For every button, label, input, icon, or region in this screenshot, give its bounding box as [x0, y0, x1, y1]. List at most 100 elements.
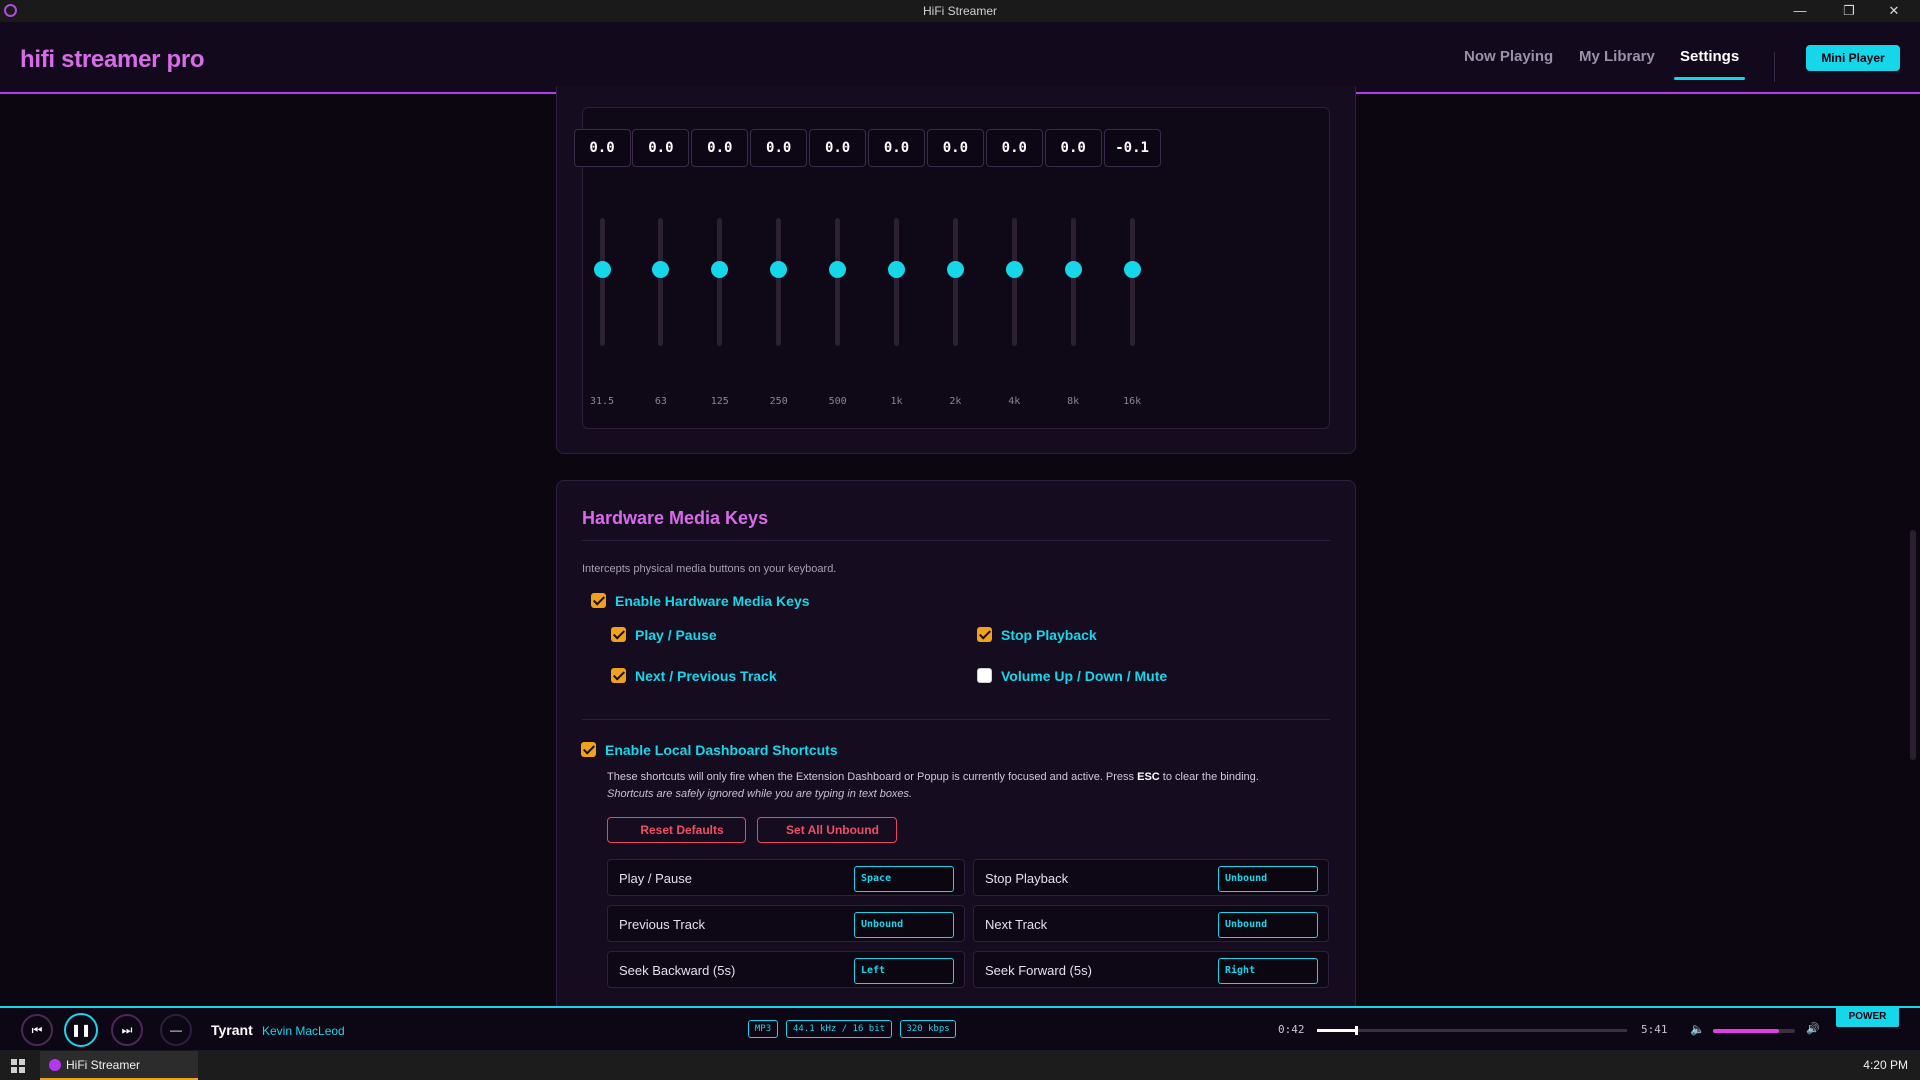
eq-slider-handle[interactable]: [652, 260, 670, 278]
eq-slider-250[interactable]: [776, 218, 782, 346]
tab-my-library[interactable]: My Library: [1579, 48, 1655, 65]
stop-playback-key-label[interactable]: Stop Playback: [1001, 627, 1097, 643]
eq-slider-handle[interactable]: [946, 260, 964, 278]
shortcut-label: Play / Pause: [619, 871, 692, 886]
queue-icon[interactable]: —: [160, 1014, 192, 1046]
eq-slider-handle[interactable]: [1064, 260, 1082, 278]
player-bar: ⏮ ❚❚ ⏭ — Tyrant Kevin MacLeod MP3 44.1 k…: [0, 1006, 1920, 1050]
app-header: hifi streamer pro Now Playing My Library…: [0, 22, 1920, 94]
bitrate-badge: 320 kbps: [900, 1020, 956, 1038]
pause-icon[interactable]: ❚❚: [64, 1013, 98, 1047]
eq-slider-handle[interactable]: [711, 260, 729, 278]
volume-key-label[interactable]: Volume Up / Down / Mute: [1001, 668, 1167, 684]
tab-now-playing[interactable]: Now Playing: [1464, 48, 1553, 65]
elapsed-time: 0:42: [1278, 1023, 1305, 1036]
brand-logo[interactable]: hifi streamer pro: [20, 46, 205, 74]
eq-slider-125[interactable]: [717, 218, 723, 346]
eq-value-63[interactable]: 0.0: [632, 129, 690, 167]
play-pause-key-checkbox[interactable]: [611, 627, 626, 642]
shortcut-label: Stop Playback: [985, 871, 1069, 886]
speaker-icon[interactable]: 🔊: [1806, 1022, 1820, 1035]
set-all-unbound-button[interactable]: Set All Unbound: [757, 817, 897, 843]
eq-slider-handle[interactable]: [1005, 260, 1023, 278]
stop-playback-key-checkbox[interactable]: [977, 627, 992, 642]
mini-player-button[interactable]: Mini Player: [1806, 45, 1900, 71]
sample-rate-badge: 44.1 kHz / 16 bit: [786, 1020, 892, 1038]
play-pause-key-label[interactable]: Play / Pause: [635, 627, 717, 643]
restore-icon[interactable]: ❐: [1827, 0, 1871, 22]
eq-value-8k[interactable]: 0.0: [1044, 129, 1102, 167]
seek-handle[interactable]: [1355, 1026, 1359, 1035]
eq-value-4k[interactable]: 0.0: [985, 129, 1043, 167]
shortcut-label: Seek Forward (5s): [985, 963, 1092, 978]
enable-local-shortcuts-label[interactable]: Enable Local Dashboard Shortcuts: [605, 742, 838, 758]
shortcuts-description: These shortcuts will only fire when the …: [607, 771, 1259, 783]
next-previous-key-label[interactable]: Next / Previous Track: [635, 668, 777, 684]
enable-hardware-keys-checkbox[interactable]: [591, 593, 606, 608]
next-track-icon[interactable]: ⏭: [111, 1014, 143, 1046]
minimize-icon[interactable]: —: [1778, 0, 1822, 22]
eq-band-label: 8k: [1067, 396, 1080, 407]
volume-slider[interactable]: [1713, 1029, 1795, 1033]
shortcut-row-next: Next Track Unbound: [973, 905, 1329, 942]
volume-key-checkbox[interactable]: [977, 668, 992, 683]
shortcut-key-field[interactable]: Unbound: [1218, 866, 1318, 892]
eq-band-label: 2k: [949, 396, 962, 407]
eq-slider-handle[interactable]: [888, 260, 905, 278]
shortcut-label: Seek Backward (5s): [619, 963, 736, 978]
eq-value-1k[interactable]: 0.0: [868, 129, 925, 167]
eq-value-125[interactable]: 0.0: [691, 129, 749, 167]
eq-value-500[interactable]: 0.0: [809, 129, 867, 167]
eq-band-label: 125: [710, 396, 729, 407]
eq-slider-4k[interactable]: [1011, 218, 1017, 346]
eq-slider-500[interactable]: [835, 218, 841, 346]
eq-band-label: 500: [828, 396, 847, 407]
eq-slider-8k[interactable]: [1070, 218, 1076, 346]
taskbar-app-button[interactable]: HiFi Streamer: [40, 1051, 198, 1080]
eq-value-31.5[interactable]: 0.0: [573, 129, 631, 167]
shortcut-key-field[interactable]: Space: [854, 866, 954, 892]
eq-slider-2k[interactable]: [952, 218, 958, 346]
previous-track-icon[interactable]: ⏮: [21, 1014, 53, 1046]
shortcut-key-field[interactable]: Unbound: [854, 912, 954, 938]
eq-value-2k[interactable]: 0.0: [926, 129, 984, 167]
enable-hardware-keys-label[interactable]: Enable Hardware Media Keys: [615, 593, 810, 609]
eq-band-label: 16k: [1123, 396, 1142, 407]
eq-value-16k[interactable]: -0.1: [1103, 129, 1161, 167]
volume-icon[interactable]: 🔈: [1690, 1022, 1705, 1036]
nav-divider: [1774, 52, 1775, 82]
section-divider: [582, 719, 1330, 720]
eq-band-label: 31.5: [589, 396, 615, 407]
hardware-keys-title: Hardware Media Keys: [582, 508, 769, 528]
eq-slider-1k[interactable]: [894, 218, 899, 346]
eq-band-label: 63: [654, 396, 667, 407]
section-divider: [582, 540, 1330, 541]
eq-slider-handle[interactable]: [770, 260, 788, 278]
eq-value-250[interactable]: 0.0: [750, 129, 808, 167]
track-artist[interactable]: Kevin MacLeod: [262, 1024, 345, 1038]
eq-band-label: 250: [769, 396, 788, 407]
shortcut-key-field[interactable]: Left: [854, 958, 954, 984]
eq-slider-handle[interactable]: [829, 260, 847, 278]
window-title: HiFi Streamer: [922, 4, 997, 18]
next-previous-key-checkbox[interactable]: [611, 668, 626, 683]
eq-band-label: 4k: [1008, 396, 1021, 407]
tab-settings[interactable]: Settings: [1673, 48, 1746, 80]
eq-slider-31.5[interactable]: [599, 218, 605, 346]
shortcut-row-previous: Previous Track Unbound: [607, 905, 965, 942]
os-taskbar: HiFi Streamer 4:20 PM: [0, 1050, 1920, 1080]
eq-slider-63[interactable]: [658, 218, 664, 346]
close-icon[interactable]: ✕: [1872, 0, 1916, 22]
eq-slider-handle[interactable]: [593, 260, 611, 278]
shortcut-key-field[interactable]: Unbound: [1218, 912, 1318, 938]
eq-slider-16k[interactable]: [1129, 218, 1135, 346]
seek-bar[interactable]: [1317, 1026, 1627, 1035]
shortcut-key-field[interactable]: Right: [1218, 958, 1318, 984]
reset-defaults-button[interactable]: Reset Defaults: [607, 817, 746, 843]
enable-local-shortcuts-checkbox[interactable]: [581, 742, 596, 757]
page-scrollbar[interactable]: [1910, 530, 1916, 760]
power-button[interactable]: POWER: [1836, 1007, 1899, 1027]
start-icon[interactable]: [11, 1059, 25, 1073]
shortcut-label: Next Track: [985, 917, 1048, 932]
eq-slider-handle[interactable]: [1123, 261, 1141, 279]
